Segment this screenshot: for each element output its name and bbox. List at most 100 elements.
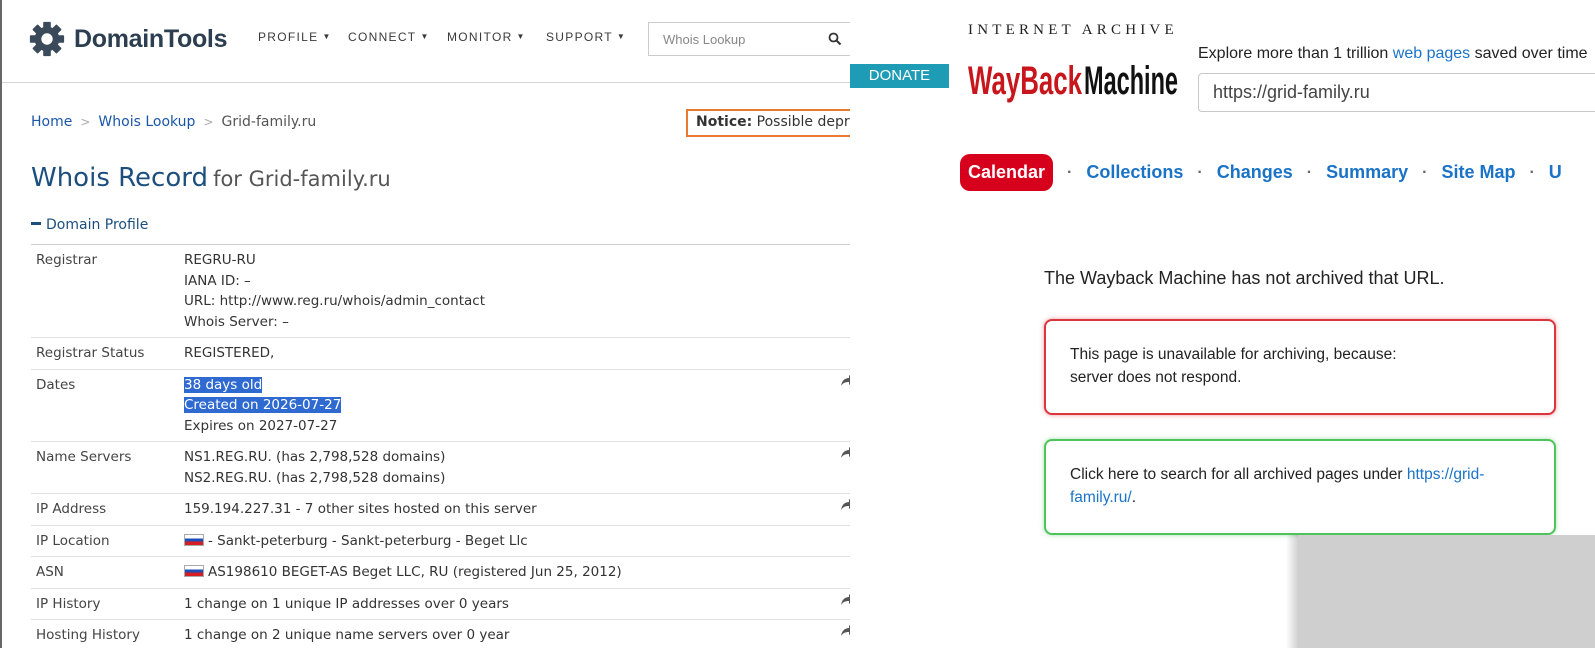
- share-arrow-icon[interactable]: [841, 499, 850, 511]
- unavailable-line1: This page is unavailable for archiving, …: [1070, 346, 1397, 363]
- value-line: AS198610 BEGET-AS Beget LLC, RU (registe…: [208, 564, 622, 580]
- caret-down-icon: ▼: [322, 32, 332, 41]
- nav-support[interactable]: SUPPORT ▼: [546, 30, 626, 44]
- whois-record-table: Registrar REGRU-RU IANA ID: – URL: http:…: [31, 245, 850, 648]
- not-archived-message: The Wayback Machine has not archived tha…: [1044, 268, 1445, 288]
- page-title-main: Whois Record: [31, 163, 208, 193]
- value-line: - Sankt-peterburg - Sankt-peterburg - Be…: [208, 532, 528, 549]
- share-arrow-icon[interactable]: [841, 447, 850, 459]
- domaintools-logo[interactable]: DomainTools: [28, 20, 227, 58]
- search-archived-box[interactable]: Click here to search for all archived pa…: [1044, 439, 1556, 535]
- page-title: Whois Record for Grid-family.ru: [31, 163, 391, 193]
- value-line: IANA ID: –: [184, 272, 251, 289]
- tab-site-map[interactable]: Site Map: [1441, 162, 1515, 183]
- whois-search-input[interactable]: [649, 23, 799, 55]
- row-key: Dates: [31, 369, 179, 442]
- gray-overlay-panel: [1298, 535, 1595, 648]
- nav-label: SUPPORT: [546, 30, 613, 44]
- table-row: Dates 38 days old Created on 2026-07-27 …: [31, 369, 850, 442]
- separator-dot: ·: [1422, 163, 1428, 181]
- value-line: NS1.REG.RU. (has 2,798,528 domains): [184, 449, 446, 465]
- tab-changes[interactable]: Changes: [1217, 162, 1293, 183]
- explore-text: Explore more than 1 trillion web pages s…: [1198, 45, 1588, 63]
- nav-profile[interactable]: PROFILE ▼: [258, 30, 332, 44]
- nav-label: PROFILE: [258, 30, 319, 44]
- caret-down-icon: ▼: [616, 32, 627, 41]
- value-line[interactable]: 1 change on 2 unique name servers over 0…: [184, 625, 814, 646]
- share-arrow-icon[interactable]: [841, 374, 850, 387]
- row-value: 1 change on 1 unique IP addresses over 0…: [179, 588, 819, 620]
- tab-urls-truncated[interactable]: U: [1549, 162, 1562, 183]
- wayback-machine-logo[interactable]: WayBack Machine: [968, 36, 1180, 104]
- value-line: Expires on 2027-07-27: [184, 417, 338, 434]
- nav-label: MONITOR: [447, 30, 513, 44]
- explore-before: Explore more than 1 trillion: [1198, 45, 1393, 62]
- nav-connect[interactable]: CONNECT ▼: [348, 30, 430, 44]
- separator-dot: ·: [1306, 163, 1313, 181]
- section-toggle-domain-profile[interactable]: Domain Profile: [31, 217, 148, 233]
- wayback-window: DONATE INTERNET ARCHIVE WayBack Machine …: [850, 0, 1595, 648]
- logo-wayback: WayBack: [968, 59, 1082, 103]
- russia-flag-icon: [184, 565, 204, 577]
- row-value: REGRU-RU IANA ID: – URL: http://www.reg.…: [179, 245, 819, 338]
- caret-down-icon: ▼: [516, 32, 526, 41]
- donate-button[interactable]: DONATE: [850, 64, 949, 88]
- search-icon[interactable]: [828, 32, 842, 46]
- separator-dot: ·: [1197, 163, 1203, 181]
- share-arrow-icon[interactable]: [841, 625, 850, 637]
- logo-text: DomainTools: [74, 24, 228, 53]
- tab-collections[interactable]: Collections: [1086, 162, 1183, 183]
- separator-dot: ·: [1529, 163, 1535, 181]
- collapse-minus-icon: [31, 222, 41, 225]
- row-key: ASN: [31, 556, 179, 589]
- nav-monitor[interactable]: MONITOR ▼: [447, 30, 526, 44]
- table-row: IP Address 159.194.227.31 - 7 other site…: [31, 493, 850, 526]
- chevron-right-icon: >: [80, 115, 91, 129]
- row-key: Registrar: [31, 245, 179, 338]
- tab-calendar[interactable]: Calendar: [960, 154, 1054, 191]
- row-key: IP History: [31, 588, 179, 620]
- row-value: 1 change on 2 unique name servers over 0…: [179, 619, 819, 648]
- row-value: 38 days old Created on 2026-07-27 Expire…: [179, 369, 819, 442]
- overlay-shadow: [1286, 535, 1298, 648]
- selected-text[interactable]: Created on 2026-07-27: [184, 397, 342, 413]
- value-line[interactable]: 159.194.227.31 - 7 other sites hosted on…: [184, 499, 814, 520]
- page-title-sub: for Grid-family.ru: [213, 167, 391, 191]
- row-value: AS198610 BEGET-AS Beget LLC, RU (registe…: [179, 556, 819, 589]
- chevron-right-icon: >: [203, 115, 214, 129]
- section-label: Domain Profile: [46, 217, 149, 233]
- breadcrumb: Home > Whois Lookup > Grid-family.ru: [31, 114, 316, 130]
- russia-flag-icon: [184, 533, 204, 546]
- explore-after: saved over time: [1470, 45, 1588, 62]
- table-row: IP History 1 change on 1 unique IP addre…: [31, 588, 850, 620]
- row-key: IP Location: [31, 525, 179, 557]
- logo-machine: Machine: [1084, 59, 1178, 103]
- value-line: NS2.REG.RU. (has 2,798,528 domains): [184, 469, 446, 486]
- table-row: IP Location - Sankt-peterburg - Sankt-pe…: [31, 525, 850, 557]
- table-row: Registrar REGRU-RU IANA ID: – URL: http:…: [31, 245, 850, 338]
- row-value: 159.194.227.31 - 7 other sites hosted on…: [179, 493, 819, 526]
- value-line[interactable]: 1 change on 1 unique IP addresses over 0…: [184, 594, 814, 615]
- row-key: IP Address: [31, 493, 179, 526]
- row-key: Hosting History: [31, 619, 179, 648]
- notice-banner: Notice: Possible depre: [686, 109, 850, 137]
- wayback-url-input[interactable]: [1198, 73, 1595, 112]
- search-archived-after: .: [1131, 489, 1137, 506]
- value-line: REGRU-RU: [184, 252, 256, 268]
- breadcrumb-current: Grid-family.ru: [221, 114, 317, 130]
- value-line: REGISTERED,: [184, 345, 275, 361]
- breadcrumb-home[interactable]: Home: [31, 114, 72, 130]
- separator-dot: ·: [1067, 163, 1073, 181]
- web-pages-link[interactable]: web pages: [1393, 45, 1470, 62]
- search-archived-text: Click here to search for all archived pa…: [1070, 466, 1407, 483]
- table-row: Registrar Status REGISTERED,: [31, 337, 850, 370]
- tab-summary[interactable]: Summary: [1326, 162, 1408, 183]
- selected-text[interactable]: 38 days old: [184, 376, 263, 393]
- share-arrow-icon[interactable]: [841, 593, 850, 606]
- breadcrumb-whois-lookup[interactable]: Whois Lookup: [98, 114, 195, 130]
- domaintools-window: DomainTools PROFILE ▼ CONNECT ▼ MONITOR ▼ S…: [0, 0, 850, 648]
- table-row: Hosting History 1 change on 2 unique nam…: [31, 619, 850, 648]
- row-value: NS1.REG.RU. (has 2,798,528 domains) NS2.…: [179, 441, 819, 494]
- caret-down-icon: ▼: [420, 32, 430, 41]
- wayback-tabs: Calendar · Collections · Changes · Summa…: [960, 154, 1562, 191]
